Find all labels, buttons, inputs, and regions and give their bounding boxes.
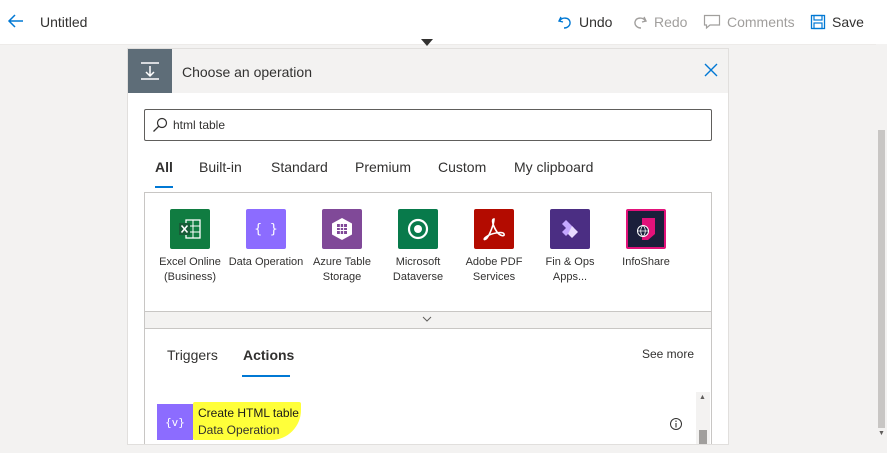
actions-scrollbar[interactable]: ▲: [696, 392, 710, 444]
tab-triggers[interactable]: Triggers: [167, 347, 218, 363]
data-operation-icon: { }: [246, 209, 286, 249]
undo-icon: [557, 16, 571, 29]
redo-label: Redo: [654, 14, 688, 30]
action-title: Create HTML table: [198, 406, 299, 420]
connector-label: Excel Online (Business): [159, 256, 221, 283]
infoshare-icon: [626, 209, 666, 249]
save-icon: [810, 14, 826, 30]
active-tab-indicator: [242, 375, 290, 377]
connector-fin-ops-apps[interactable]: Fin & Ops Apps...: [532, 209, 608, 285]
back-arrow-icon[interactable]: [6, 11, 26, 31]
info-icon[interactable]: [669, 417, 683, 431]
comment-icon: [703, 14, 721, 30]
triggers-actions-section: Triggers Actions See more {v} Create HTM…: [144, 327, 712, 444]
panel-title: Choose an operation: [182, 64, 312, 80]
fin-ops-icon: [550, 209, 590, 249]
canvas-scrollbar-thumb[interactable]: [878, 130, 885, 428]
tab-all[interactable]: All: [155, 159, 173, 175]
active-tab-indicator: [155, 186, 173, 188]
undo-label: Undo: [579, 14, 613, 30]
panel-header: Choose an operation: [128, 49, 728, 93]
adobe-pdf-icon: [474, 209, 514, 249]
top-bar: Untitled Undo Redo Comments Save: [0, 0, 887, 45]
connector-microsoft-dataverse[interactable]: Microsoft Dataverse: [380, 209, 456, 285]
action-create-html-table[interactable]: {v} Create HTML table Data Operation: [145, 392, 693, 444]
connector-data-operation[interactable]: { } Data Operation: [228, 209, 304, 270]
connector-infoshare[interactable]: InfoShare: [608, 209, 684, 270]
save-label: Save: [832, 14, 864, 30]
connector-azure-table-storage[interactable]: Azure Table Storage: [304, 209, 380, 285]
redo-button[interactable]: Redo: [632, 12, 687, 32]
category-tabs: All Built-in Standard Premium Custom My …: [128, 157, 728, 189]
operation-icon: [128, 49, 172, 93]
connector-label: Adobe PDF Services: [465, 256, 523, 283]
dataverse-icon: [398, 209, 438, 249]
canvas-scrollbar[interactable]: ▼: [876, 44, 887, 442]
actions-scrollbar-thumb[interactable]: [699, 430, 707, 444]
connector-arrow-icon: [421, 39, 433, 46]
comments-label: Comments: [727, 14, 795, 30]
action-subtitle: Data Operation: [198, 423, 280, 437]
scroll-up-arrow-icon[interactable]: ▲: [699, 394, 706, 401]
tab-built-in[interactable]: Built-in: [199, 159, 242, 175]
redo-icon: [634, 16, 648, 29]
connector-label: Data Operation: [228, 256, 304, 268]
search-icon: [153, 117, 168, 132]
connector-label: Microsoft Dataverse: [392, 256, 444, 283]
tab-premium[interactable]: Premium: [355, 159, 411, 175]
connector-excel-online[interactable]: Excel Online (Business): [152, 209, 228, 285]
data-operation-icon: {v}: [157, 404, 193, 440]
connector-label: Fin & Ops Apps...: [545, 256, 595, 283]
search-input[interactable]: [173, 114, 693, 136]
connector-adobe-pdf-services[interactable]: Adobe PDF Services: [456, 209, 532, 285]
undo-button[interactable]: Undo: [557, 12, 612, 32]
connector-grid: Excel Online (Business) { } Data Operati…: [144, 192, 712, 328]
save-button[interactable]: Save: [810, 12, 864, 32]
tab-my-clipboard[interactable]: My clipboard: [514, 159, 593, 175]
comments-button[interactable]: Comments: [703, 12, 795, 32]
scroll-down-arrow-icon[interactable]: ▼: [878, 430, 885, 437]
close-icon[interactable]: [703, 62, 719, 78]
connector-label: Azure Table Storage: [313, 256, 371, 283]
choose-operation-panel: Choose an operation All Built-in Standar…: [127, 48, 729, 445]
chevron-down-icon: [422, 316, 432, 322]
azure-table-icon: [322, 209, 362, 249]
tab-custom[interactable]: Custom: [438, 159, 486, 175]
excel-icon: [170, 209, 210, 249]
tab-actions[interactable]: Actions: [243, 347, 294, 363]
tab-standard[interactable]: Standard: [271, 159, 328, 175]
connector-label: InfoShare: [622, 256, 670, 268]
see-more-link[interactable]: See more: [642, 347, 694, 361]
flow-title[interactable]: Untitled: [40, 14, 87, 30]
search-box[interactable]: [144, 109, 712, 141]
